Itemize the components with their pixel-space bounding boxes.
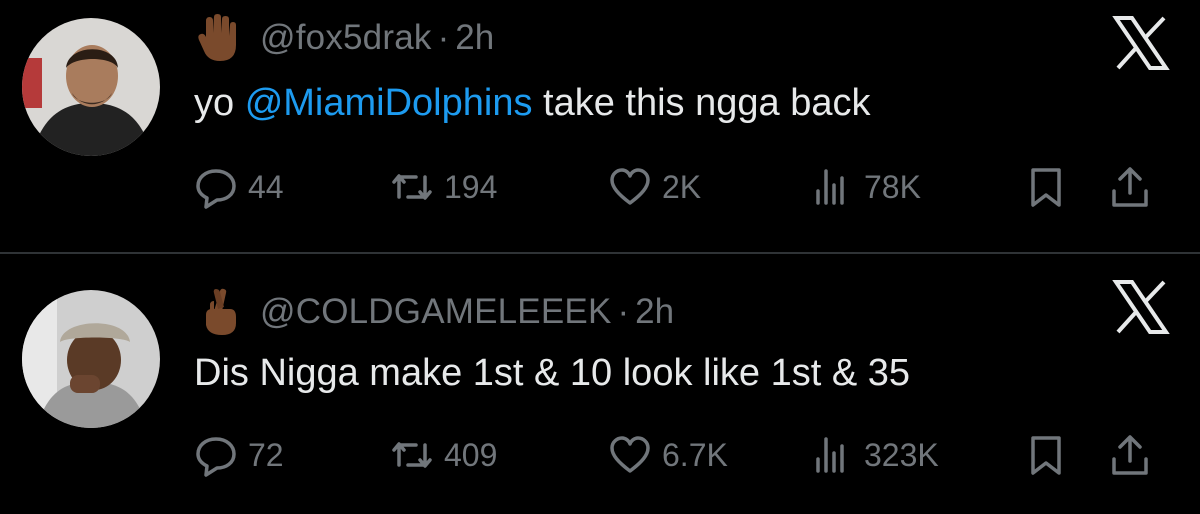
- heart-icon: [610, 436, 650, 473]
- share-button[interactable]: [1108, 162, 1152, 212]
- views-button[interactable]: 78K: [810, 162, 921, 212]
- reply-icon: [196, 169, 236, 209]
- share-icon: [1112, 435, 1148, 475]
- views-button[interactable]: 323K: [810, 430, 939, 480]
- tweet-text-part: take this ngga back: [532, 82, 871, 124]
- retweet-count: 194: [444, 168, 498, 205]
- views-chart-icon: [816, 437, 844, 473]
- x-logo-icon[interactable]: [1112, 14, 1170, 72]
- avatar[interactable]: [22, 18, 160, 156]
- crossed-fingers-emoji: [196, 287, 242, 337]
- bookmark-button[interactable]: [1024, 430, 1068, 480]
- like-button[interactable]: 2K: [608, 162, 701, 212]
- bookmark-icon: [1031, 168, 1061, 207]
- share-button[interactable]: [1108, 430, 1152, 480]
- tweet-divider: [0, 252, 1200, 254]
- reply-count: 72: [248, 436, 284, 473]
- retweet-icon: [392, 174, 432, 200]
- tweet-text-part: yo: [194, 82, 245, 124]
- reply-button[interactable]: 44: [194, 162, 284, 212]
- raised-hand-emoji: [196, 13, 242, 63]
- like-count: 6.7K: [662, 436, 728, 473]
- like-button[interactable]: 6.7K: [608, 430, 728, 480]
- share-icon: [1112, 167, 1148, 207]
- like-count: 2K: [662, 168, 702, 205]
- bookmark-button[interactable]: [1024, 162, 1068, 212]
- retweet-icon: [392, 442, 432, 468]
- tweet[interactable]: @COLDGAMELEEEK · 2h Dis Nigga make 1st &…: [0, 262, 1200, 512]
- retweet-button[interactable]: 409: [390, 430, 497, 480]
- post-time[interactable]: 2h: [455, 18, 494, 58]
- views-chart-icon: [816, 169, 844, 205]
- x-logo-icon[interactable]: [1112, 278, 1170, 336]
- reply-count: 44: [248, 168, 284, 205]
- author-handle[interactable]: @fox5drak: [260, 18, 432, 58]
- tweet-text: Dis Nigga make 1st & 10 look like 1st & …: [194, 352, 911, 394]
- tweet[interactable]: @fox5drak · 2h yo @MiamiDolphins take th…: [0, 0, 1200, 250]
- reply-button[interactable]: 72: [194, 430, 284, 480]
- avatar[interactable]: [22, 290, 160, 428]
- mention-link[interactable]: @MiamiDolphins: [245, 82, 533, 124]
- reply-icon: [196, 437, 236, 477]
- action-bar: 72 409 6.7K 323K: [194, 430, 1174, 480]
- retweet-button[interactable]: 194: [390, 162, 497, 212]
- post-time[interactable]: 2h: [635, 292, 674, 332]
- separator-dot: ·: [437, 18, 450, 57]
- separator-dot: ·: [617, 292, 630, 331]
- view-count: 323K: [864, 436, 939, 473]
- bookmark-icon: [1031, 436, 1061, 475]
- retweet-count: 409: [444, 436, 498, 473]
- action-bar: 44 194 2K 78K: [194, 162, 1174, 212]
- view-count: 78K: [864, 168, 921, 205]
- author-handle[interactable]: @COLDGAMELEEEK: [260, 292, 611, 332]
- heart-icon: [610, 168, 650, 205]
- tweet-text: yo @MiamiDolphins take this ngga back: [194, 82, 870, 125]
